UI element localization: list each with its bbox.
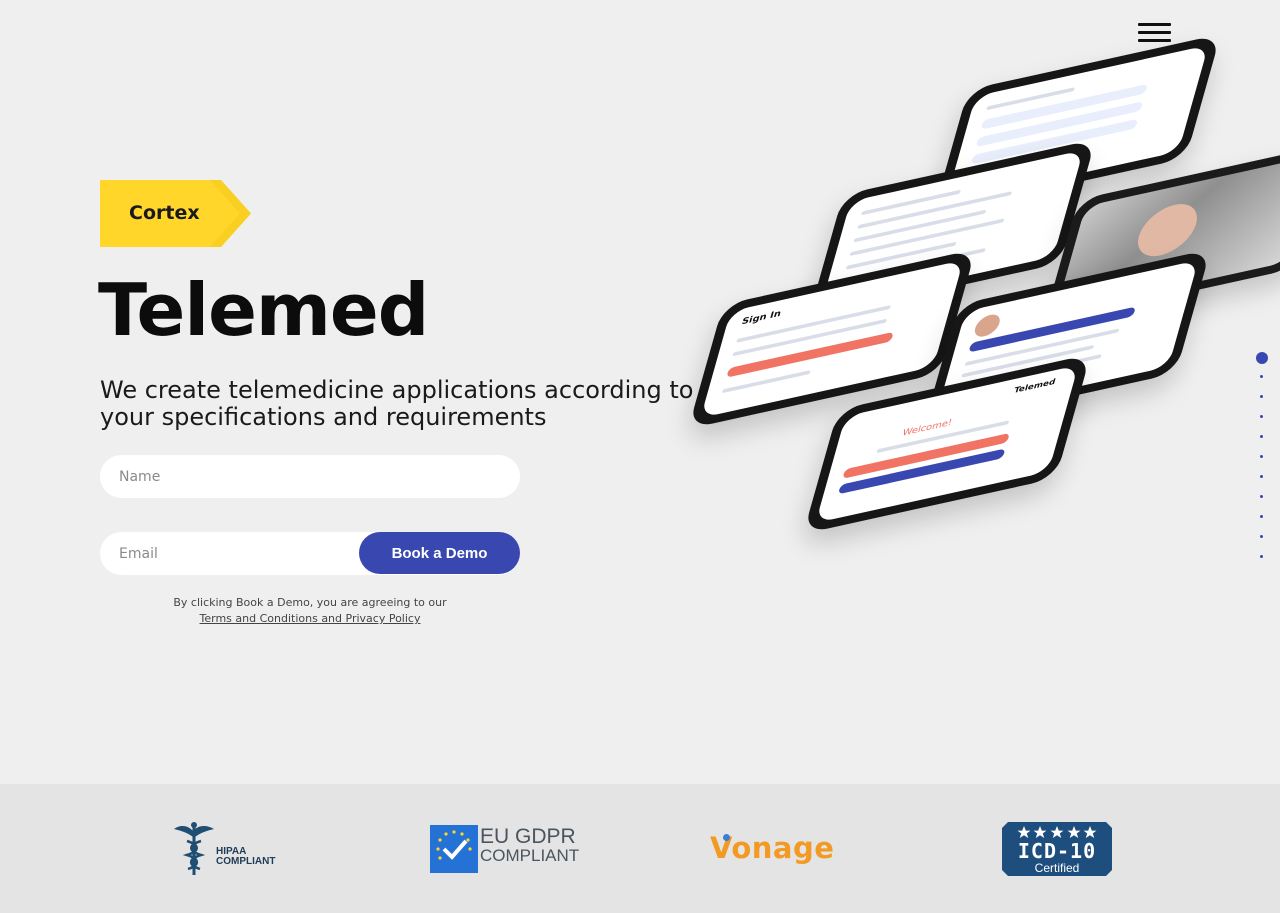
gdpr-badge: EU GDPR COMPLIANT — [430, 825, 580, 873]
page-title: Telemed — [98, 268, 429, 352]
legal-notice: By clicking Book a Demo, you are agreein… — [100, 595, 520, 627]
legal-text: By clicking Book a Demo, you are agreein… — [173, 596, 447, 609]
terms-link[interactable]: Terms and Conditions and Privacy Policy — [100, 611, 520, 627]
vonage-dot-icon — [723, 834, 730, 841]
page-dot[interactable] — [1260, 395, 1263, 398]
gdpr-line1: EU GDPR — [480, 825, 576, 848]
hipaa-line2: COMPLIANT — [216, 856, 276, 867]
page-dot[interactable] — [1260, 515, 1263, 518]
icd10-line2: Certified — [1034, 861, 1080, 875]
app-logo: Telemed — [1012, 377, 1057, 395]
gdpr-line2: COMPLIANT — [480, 846, 580, 865]
compliance-footer: HIPAA COMPLIANT EU GDPR COMPLIANT Vonage — [0, 784, 1280, 913]
page-dot[interactable] — [1260, 435, 1263, 438]
hero-section: Cortex Telemed We create telemedicine ap… — [0, 0, 1280, 784]
page-dot[interactable] — [1260, 475, 1263, 478]
hipaa-badge: HIPAA COMPLIANT — [172, 821, 282, 877]
page-dot[interactable] — [1260, 495, 1263, 498]
page-dot[interactable] — [1260, 555, 1263, 558]
brand-name: Cortex — [129, 202, 200, 224]
vonage-logo: Vonage — [710, 831, 850, 871]
book-demo-button[interactable]: Book a Demo — [359, 532, 520, 574]
icd10-badge: ICD-10 Certified — [1002, 822, 1112, 876]
signin-title: Sign In — [740, 309, 783, 328]
phones-illustration: Sign In Telemed Welcome! — [672, 20, 1280, 540]
caduceus-icon — [174, 822, 214, 875]
hero-subtitle: We create telemedicine applications acco… — [100, 376, 694, 431]
gdpr-shield-icon — [430, 825, 478, 873]
icd10-line1: ICD-10 — [1017, 839, 1097, 863]
page-dot-active[interactable] — [1256, 352, 1268, 364]
page-dot[interactable] — [1260, 415, 1263, 418]
page-dot[interactable] — [1260, 455, 1263, 458]
page-dot[interactable] — [1260, 375, 1263, 378]
brand-badge[interactable]: Cortex — [100, 180, 251, 247]
section-pagination — [1250, 350, 1272, 570]
page-dot[interactable] — [1260, 535, 1263, 538]
name-field[interactable] — [100, 455, 520, 498]
